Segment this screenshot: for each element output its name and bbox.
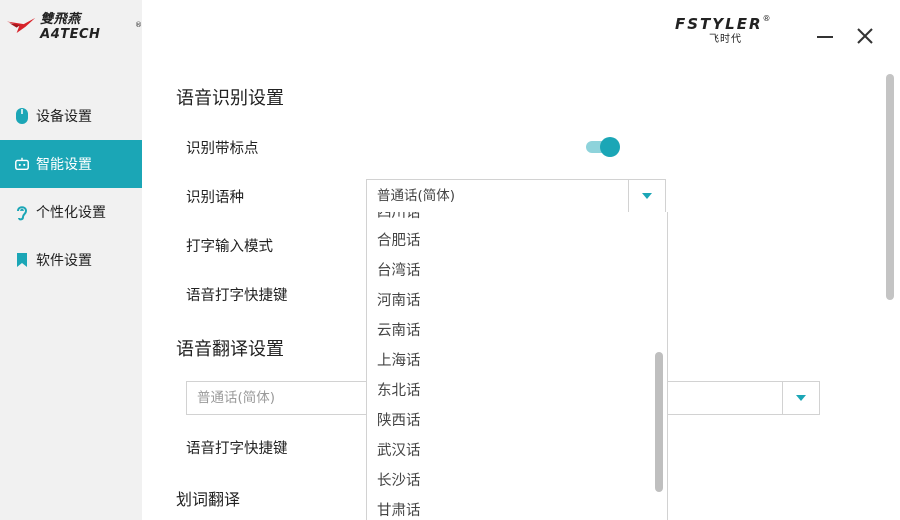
dropdown-option[interactable]: 东北话 xyxy=(377,376,421,406)
minimize-button[interactable] xyxy=(815,26,835,46)
dropdown-option[interactable]: 河南话 xyxy=(377,286,421,316)
chevron-down-icon xyxy=(642,193,652,199)
toggle-knob xyxy=(600,137,620,157)
sidebar-nav: 设备设置 智能设置 个性化设置 软件设置 xyxy=(0,92,142,284)
punctuation-label: 识别带标点 xyxy=(186,141,259,157)
ear-icon xyxy=(14,203,30,221)
language-select-arrow[interactable] xyxy=(628,180,665,212)
brand-reg-mark: ® xyxy=(135,21,142,29)
chevron-down-icon xyxy=(796,395,806,401)
speech-shortcut-label: 语音打字快捷键 xyxy=(186,288,288,304)
speech-recognition-title: 语音识别设置 xyxy=(176,88,284,109)
fstyler-logo: FSTYLER® 飞时代 xyxy=(675,14,797,45)
dropdown-option[interactable]: 台湾话 xyxy=(377,256,421,286)
sidebar-item-label: 设备设置 xyxy=(36,109,92,125)
dropdown-option[interactable]: 陕西话 xyxy=(377,406,421,436)
language-dropdown-list: 四川话 合肥话 台湾话 河南话 云南话 上海话 东北话 陕西话 武汉话 长沙话 … xyxy=(366,212,668,520)
dropdown-scrollbar-thumb[interactable] xyxy=(655,352,663,492)
speech-translation-title: 语音翻译设置 xyxy=(176,339,284,360)
dropdown-option[interactable]: 云南话 xyxy=(377,316,421,346)
sidebar-item-software-settings[interactable]: 软件设置 xyxy=(0,236,142,284)
dropdown-option[interactable]: 长沙话 xyxy=(377,466,421,496)
sidebar-item-label: 智能设置 xyxy=(36,157,92,173)
mouse-icon xyxy=(14,107,30,125)
language-select[interactable]: 普通话(简体) xyxy=(366,179,666,213)
logo-reg-mark: ® xyxy=(762,14,771,23)
language-select-value: 普通话(简体) xyxy=(377,188,456,204)
dropdown-option[interactable]: 甘肃话 xyxy=(377,496,421,520)
sidebar-item-device-settings[interactable]: 设备设置 xyxy=(0,92,142,140)
robot-icon xyxy=(14,155,30,173)
brand-name: 雙飛燕 A4TECH xyxy=(40,12,101,42)
translation-select-arrow[interactable] xyxy=(782,382,819,414)
minimize-icon xyxy=(817,36,833,38)
close-icon xyxy=(857,28,873,44)
sidebar: 雙飛燕 A4TECH ® 设备设置 智能设置 个性化设置 软件设置 xyxy=(0,0,142,520)
dropdown-option[interactable]: 上海话 xyxy=(377,346,421,376)
sidebar-item-personalization[interactable]: 个性化设置 xyxy=(0,188,142,236)
dropdown-option[interactable]: 武汉话 xyxy=(377,436,421,466)
sidebar-item-label: 个性化设置 xyxy=(36,205,106,221)
brand-logo: 雙飛燕 A4TECH ® xyxy=(6,12,142,42)
dropdown-option[interactable]: 合肥话 xyxy=(377,226,421,256)
sidebar-item-smart-settings[interactable]: 智能设置 xyxy=(0,140,142,188)
language-label: 识别语种 xyxy=(186,190,244,206)
punctuation-toggle[interactable] xyxy=(586,137,622,157)
main-scrollbar-thumb[interactable] xyxy=(886,74,894,300)
word-translation-label: 划词翻译 xyxy=(176,490,241,509)
bookmark-icon xyxy=(14,251,30,269)
typing-mode-label: 打字输入模式 xyxy=(186,239,273,255)
close-button[interactable] xyxy=(855,26,875,46)
translation-shortcut-label: 语音打字快捷键 xyxy=(186,441,288,457)
sidebar-item-label: 软件设置 xyxy=(36,253,92,269)
swallow-logo-icon xyxy=(6,17,36,33)
logo-sub: 飞时代 xyxy=(709,34,742,45)
translation-select-value: 普通话(简体) xyxy=(197,390,276,406)
